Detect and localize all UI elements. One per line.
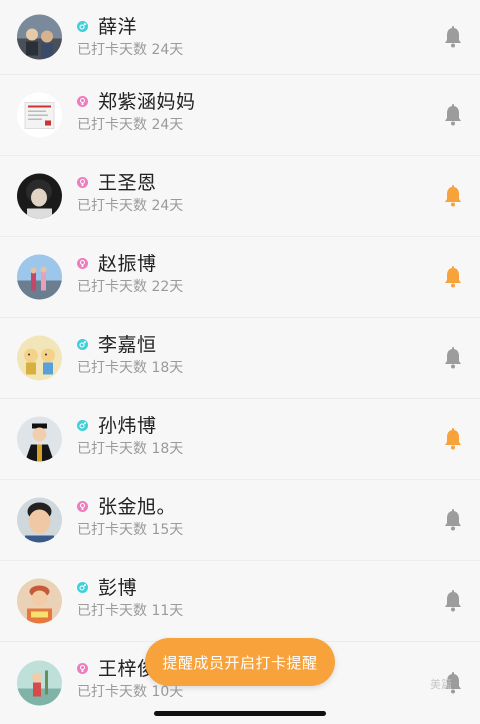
list-item[interactable]: 张金旭。 已打卡天数 15天 — [0, 480, 480, 561]
list-item[interactable]: 赵振博 已打卡天数 22天 — [0, 237, 480, 318]
female-icon — [77, 258, 88, 269]
avatar[interactable] — [17, 14, 62, 60]
list-item[interactable]: 郑紫涵妈妈 已打卡天数 24天 — [0, 75, 480, 156]
member-name: 郑紫涵妈妈 — [98, 91, 196, 113]
avatar[interactable] — [17, 173, 62, 219]
member-name: 王圣恩 — [98, 172, 157, 194]
checkin-days: 已打卡天数 11天 — [77, 603, 184, 619]
avatar[interactable] — [17, 92, 62, 138]
list-item[interactable]: 薛洋 已打卡天数 24天 — [0, 0, 480, 75]
male-icon — [77, 420, 88, 431]
remind-members-button[interactable]: 提醒成员开启打卡提醒 — [145, 638, 335, 686]
bell-icon[interactable] — [443, 26, 463, 48]
checkin-days: 已打卡天数 18天 — [77, 360, 184, 376]
member-list: 薛洋 已打卡天数 24天 郑紫涵妈妈 已打卡天数 24天 王圣恩 已打卡天数 2… — [0, 0, 480, 723]
checkin-days: 已打卡天数 22天 — [77, 279, 184, 295]
female-icon — [77, 663, 88, 674]
avatar[interactable] — [17, 416, 62, 462]
checkin-days: 已打卡天数 24天 — [77, 198, 184, 214]
member-name: 孙炜博 — [98, 415, 157, 437]
bell-icon[interactable] — [443, 428, 463, 450]
checkin-days: 已打卡天数 18天 — [77, 441, 184, 457]
list-item[interactable]: 孙炜博 已打卡天数 18天 — [0, 399, 480, 480]
bell-icon[interactable] — [443, 509, 463, 531]
checkin-days: 已打卡天数 24天 — [77, 117, 184, 133]
checkin-days: 已打卡天数 24天 — [77, 42, 184, 58]
male-icon — [77, 21, 88, 32]
female-icon — [77, 501, 88, 512]
bell-icon[interactable] — [443, 590, 463, 612]
avatar[interactable] — [17, 497, 62, 543]
bell-icon[interactable] — [443, 185, 463, 207]
home-indicator[interactable] — [154, 711, 326, 716]
member-name: 李嘉恒 — [98, 334, 157, 356]
avatar[interactable] — [17, 660, 62, 705]
member-name: 赵振博 — [98, 253, 157, 275]
watermark: 美篇 — [430, 678, 452, 691]
member-name: 薛洋 — [98, 16, 138, 38]
avatar[interactable] — [17, 254, 62, 300]
male-icon — [77, 339, 88, 350]
bell-icon[interactable] — [443, 347, 463, 369]
female-icon — [77, 96, 88, 107]
avatar[interactable] — [17, 335, 62, 381]
list-item[interactable]: 王圣恩 已打卡天数 24天 — [0, 156, 480, 237]
male-icon — [77, 582, 88, 593]
member-name: 张金旭。 — [98, 496, 177, 518]
bell-icon[interactable] — [443, 266, 463, 288]
checkin-days: 已打卡天数 15天 — [77, 522, 184, 538]
avatar[interactable] — [17, 578, 62, 624]
member-name: 彭博 — [98, 577, 138, 599]
list-item[interactable]: 彭博 已打卡天数 11天 — [0, 561, 480, 642]
bell-icon[interactable] — [443, 104, 463, 126]
female-icon — [77, 177, 88, 188]
list-item[interactable]: 李嘉恒 已打卡天数 18天 — [0, 318, 480, 399]
